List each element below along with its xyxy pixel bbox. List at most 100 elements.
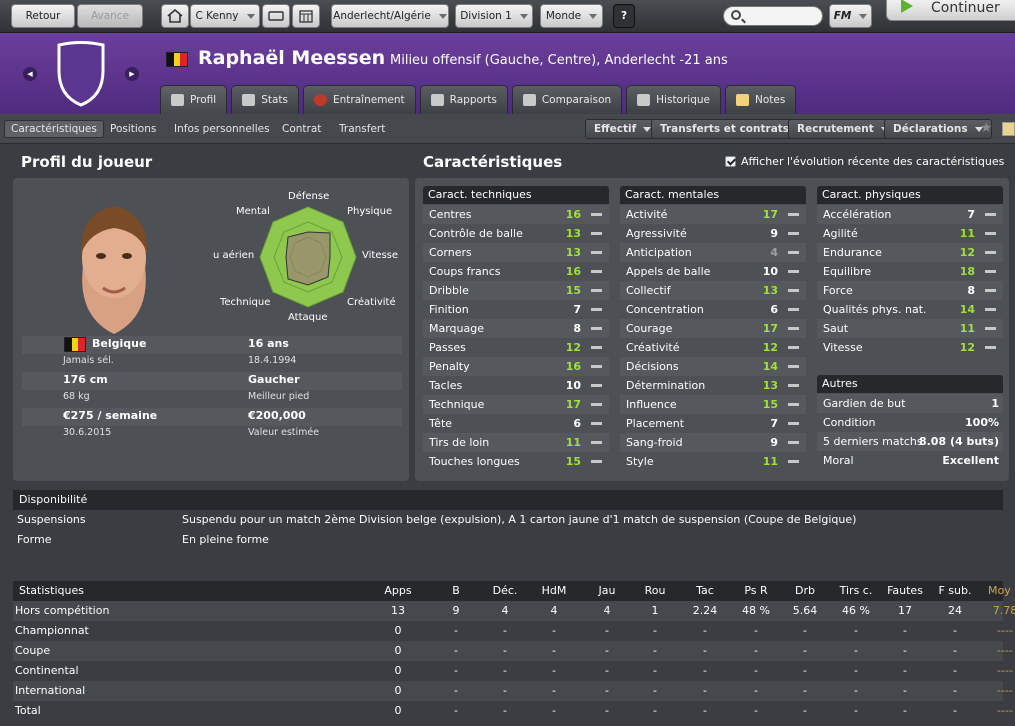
search-input[interactable] xyxy=(723,6,823,26)
notes-icon xyxy=(736,94,749,106)
tab-profil[interactable]: Profil xyxy=(160,85,228,114)
attribute-value: 13 xyxy=(565,246,581,259)
scouting-menu-button[interactable]: Recrutement xyxy=(788,119,898,139)
attribute-name: Coups francs xyxy=(429,265,501,278)
stats-column-header[interactable]: Tirs c. xyxy=(831,581,881,601)
tab-label: Profil xyxy=(190,94,217,106)
stats-column-header[interactable]: Moy C xyxy=(980,581,1015,601)
stats-column-header[interactable]: Drb xyxy=(780,581,830,601)
stats-cell: ---- xyxy=(997,644,1013,657)
forward-button[interactable]: Avance xyxy=(77,4,143,28)
attribute-row: Appels de balle 10 xyxy=(620,262,806,281)
trend-dash-icon xyxy=(985,232,996,235)
attribute-row: Tacles 10 xyxy=(423,376,609,395)
tab-history[interactable]: Historique xyxy=(626,85,721,114)
attribute-value: 14 xyxy=(959,303,975,316)
club-dropdown[interactable]: Anderlecht/Algérie xyxy=(331,4,449,28)
stats-cell: 2.24 xyxy=(692,604,718,617)
fm-label: FM xyxy=(833,10,852,22)
stats-cell: - xyxy=(953,644,957,657)
squad-menu-button[interactable]: Effectif xyxy=(585,119,661,139)
attribute-name: Corners xyxy=(429,246,472,259)
preferred-foot-label: Meilleur pied xyxy=(248,391,310,402)
stats-cell: 0 xyxy=(394,704,402,717)
trend-dash-icon xyxy=(591,365,602,368)
trend-dash-icon xyxy=(591,213,602,216)
division-dropdown[interactable]: Division 1 xyxy=(455,4,533,28)
manager-label: C Kenny xyxy=(195,10,239,22)
note-icon[interactable] xyxy=(1002,122,1015,136)
stats-cell: - xyxy=(454,704,458,717)
attribute-row: Equilibre 18 xyxy=(817,262,1003,281)
attribute-row: Détermination 13 xyxy=(620,376,806,395)
subnav-positions[interactable]: Positions xyxy=(104,120,162,138)
stats-column-header[interactable]: F sub. xyxy=(930,581,980,601)
stats-cell: - xyxy=(503,624,507,637)
inbox-icon[interactable] xyxy=(262,4,290,28)
trend-dash-icon xyxy=(591,441,602,444)
trend-dash-icon xyxy=(591,346,602,349)
previous-player-icon[interactable]: ◀ xyxy=(23,67,37,81)
attribute-name: Courage xyxy=(626,322,673,335)
stats-cell: - xyxy=(503,684,507,697)
stats-column-header[interactable]: Tac xyxy=(680,581,730,601)
calendar-icon[interactable] xyxy=(292,4,320,28)
attribute-value: 9 xyxy=(770,227,778,240)
attribute-name: Marquage xyxy=(429,322,485,335)
subnav-personal-info[interactable]: Infos personnelles xyxy=(168,120,276,138)
attribute-row: Penalty 16 xyxy=(423,357,609,376)
attribute-name: Centres xyxy=(429,208,472,221)
compare-icon xyxy=(522,94,536,106)
recent-changes-checkbox[interactable] xyxy=(725,156,736,167)
trend-dash-icon xyxy=(985,346,996,349)
tab-label: Notes xyxy=(755,94,786,106)
stats-cell: 46 % xyxy=(842,604,870,617)
stats-column-header[interactable]: Fautes xyxy=(880,581,930,601)
tab-reports[interactable]: Rapports xyxy=(419,85,508,114)
star-icon[interactable]: ★ xyxy=(980,120,993,136)
tab-notes[interactable]: Notes xyxy=(725,85,797,114)
help-button[interactable]: ? xyxy=(613,4,635,28)
subnav-contract[interactable]: Contrat xyxy=(276,120,327,138)
attribute-row: Touches longues 15 xyxy=(423,452,609,471)
continue-button[interactable]: Continuer xyxy=(886,0,1015,21)
stats-row-label: Continental xyxy=(15,664,79,677)
stats-column-header[interactable]: Ps R xyxy=(731,581,781,601)
trend-dash-icon xyxy=(985,251,996,254)
attribute-name: Contrôle de balle xyxy=(429,227,523,240)
stats-column-header[interactable]: B xyxy=(431,581,481,601)
tab-label: Comparaison xyxy=(541,94,612,106)
stats-column-header[interactable]: Apps xyxy=(373,581,423,601)
tab-label: Stats xyxy=(261,94,289,106)
attribute-row: Accélération 7 xyxy=(817,205,1003,224)
world-dropdown[interactable]: Monde xyxy=(540,4,603,28)
subnav-transfer[interactable]: Transfert xyxy=(333,120,391,138)
trend-dash-icon xyxy=(788,251,799,254)
tab-label: Rapports xyxy=(449,94,497,106)
attribute-row: Tête 6 xyxy=(423,414,609,433)
player-info-table: Belgique Jamais sél. 16 ans 18.4.1994 17… xyxy=(22,336,402,443)
stats-cell: - xyxy=(653,664,657,677)
stats-column-header[interactable]: Rou xyxy=(630,581,680,601)
attribute-name: Vitesse xyxy=(823,341,863,354)
manager-dropdown[interactable]: C Kenny xyxy=(190,4,260,28)
statements-menu-button[interactable]: Déclarations xyxy=(884,119,992,139)
tab-stats[interactable]: Stats xyxy=(231,85,300,114)
stats-column-header[interactable]: HdM xyxy=(529,581,579,601)
tab-training[interactable]: Entraînement xyxy=(303,85,416,114)
next-player-icon[interactable]: ▶ xyxy=(125,67,139,81)
trend-dash-icon xyxy=(788,289,799,292)
attribute-value: 13 xyxy=(762,379,778,392)
home-icon[interactable] xyxy=(161,4,189,28)
tab-comparison[interactable]: Comparaison xyxy=(511,85,623,114)
stats-column-header[interactable]: Jau xyxy=(582,581,632,601)
attribute-row: Influence 15 xyxy=(620,395,806,414)
attribute-row: Placement 7 xyxy=(620,414,806,433)
radar-label-aerial: u aérien xyxy=(213,250,255,261)
subnav-attributes[interactable]: Caractéristiques xyxy=(4,120,104,138)
back-button[interactable]: Retour xyxy=(11,4,75,28)
stats-cell: - xyxy=(605,664,609,677)
stats-cell: - xyxy=(953,684,957,697)
stats-column-header[interactable]: Déc. xyxy=(480,581,530,601)
fm-menu-button[interactable]: FM xyxy=(829,4,872,28)
